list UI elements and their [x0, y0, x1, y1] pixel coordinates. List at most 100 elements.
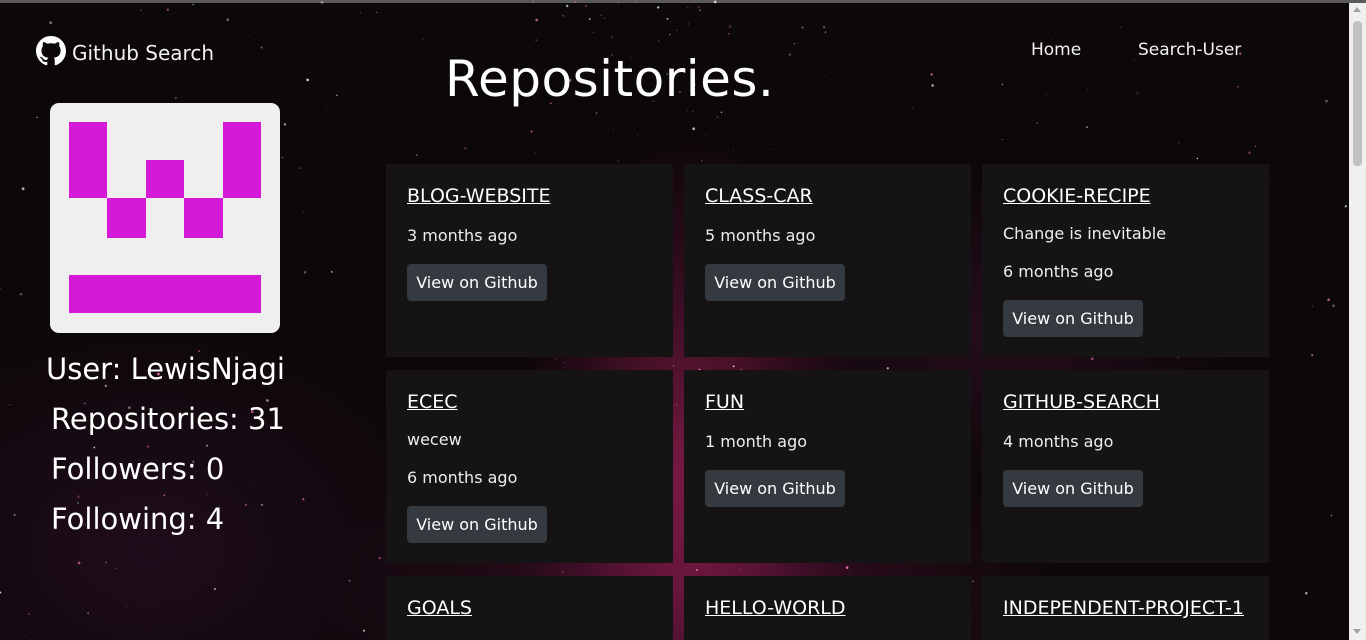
- star-dot: [0, 287, 2, 290]
- nav-link-home[interactable]: Home: [1031, 40, 1081, 60]
- view-on-github-button[interactable]: View on Github: [407, 506, 547, 543]
- star-dot: [1305, 591, 1308, 595]
- star-dot: [1136, 92, 1139, 95]
- scroll-down-arrow-icon[interactable]: [1353, 629, 1361, 634]
- view-on-github-button[interactable]: View on Github: [1003, 300, 1143, 337]
- star-dot: [823, 26, 826, 29]
- star-dot: [1311, 305, 1313, 307]
- star-dot: [1311, 354, 1314, 357]
- star-dot: [330, 271, 333, 273]
- star-dot: [348, 579, 351, 582]
- star-dot: [565, 4, 569, 8]
- repo-name-link[interactable]: FUN: [705, 391, 744, 413]
- repo-name-link[interactable]: COOKIE-RECIPE: [1003, 185, 1151, 207]
- repo-name-link[interactable]: HELLO-WORLD: [705, 597, 846, 619]
- star-dot: [1001, 83, 1003, 85]
- repo-name-link[interactable]: ECEC: [407, 391, 458, 413]
- star-dot: [611, 36, 614, 39]
- star-dot: [302, 498, 305, 501]
- star-dot: [720, 111, 723, 114]
- repo-card: BLOG-WEBSITE 3 months ago View on Github: [386, 164, 673, 357]
- view-on-github-button[interactable]: View on Github: [705, 470, 845, 507]
- identicon-image: [69, 122, 261, 313]
- star-dot: [192, 3, 195, 6]
- star-dot: [1045, 94, 1047, 96]
- star-dot: [249, 36, 251, 38]
- star-dot: [281, 156, 284, 159]
- star-dot: [732, 149, 734, 151]
- repo-name-link[interactable]: BLOG-WEBSITE: [407, 185, 550, 207]
- page-title: Repositories.: [445, 50, 775, 108]
- brand-link[interactable]: Github Search: [36, 36, 214, 70]
- repo-card: GITHUB-SEARCH 4 months ago View on Githu…: [982, 370, 1269, 563]
- repo-description: wecew: [407, 430, 462, 449]
- profile-following: Following: 4: [51, 502, 225, 536]
- repo-card: COOKIE-RECIPE Change is inevitable 6 mon…: [982, 164, 1269, 357]
- star-dot: [562, 14, 565, 17]
- star-dot: [612, 129, 614, 131]
- star-dot: [666, 17, 669, 20]
- star-dot: [637, 134, 639, 136]
- star-dot: [686, 110, 688, 111]
- star-dot: [0, 371, 2, 373]
- repo-card: HELLO-WORLD: [684, 576, 971, 640]
- star-dot: [87, 612, 89, 614]
- star-dot: [146, 445, 150, 448]
- star-dot: [1248, 151, 1251, 154]
- star-dot: [732, 365, 735, 368]
- star-dot: [738, 568, 741, 571]
- star-dot: [378, 557, 381, 559]
- star-dot: [716, 115, 719, 119]
- star-dot: [140, 9, 142, 11]
- profile-username: User: LewisNjagi: [46, 352, 285, 386]
- star-dot: [801, 26, 804, 29]
- star-dot: [1325, 99, 1328, 103]
- star-dot: [77, 561, 81, 565]
- star-dot: [1254, 145, 1256, 148]
- repo-updated: 6 months ago: [407, 468, 518, 487]
- star-dot: [375, 11, 378, 14]
- star-dot: [25, 635, 27, 637]
- star-dot: [1332, 304, 1335, 308]
- star-dot: [793, 43, 796, 45]
- star-dot: [697, 6, 700, 9]
- star-dot: [19, 292, 23, 296]
- star-dot: [105, 561, 107, 564]
- repo-name-link[interactable]: GOALS: [407, 597, 472, 619]
- star-dot: [676, 29, 678, 31]
- star-dot: [1178, 142, 1180, 144]
- star-dot: [316, 580, 318, 582]
- star-dot: [1134, 59, 1135, 61]
- repo-name-link[interactable]: GITHUB-SEARCH: [1003, 391, 1160, 413]
- repo-description: Change is inevitable: [1003, 224, 1167, 243]
- star-dot: [422, 38, 424, 40]
- star-dot: [260, 46, 263, 49]
- repo-name-link[interactable]: INDEPENDENT-PROJECT-1: [1003, 597, 1244, 619]
- star-dot: [701, 160, 703, 162]
- profile-followers: Followers: 0: [51, 452, 225, 486]
- repo-updated: 5 months ago: [705, 226, 816, 245]
- repo-name-link[interactable]: CLASS-CAR: [705, 185, 813, 207]
- repo-card: GOALS: [386, 576, 673, 640]
- star-dot: [1344, 205, 1347, 208]
- nav-link-search-user[interactable]: Search-User: [1138, 40, 1241, 60]
- repo-card: CLASS-CAR 5 months ago View on Github: [684, 164, 971, 357]
- star-dot: [705, 135, 707, 137]
- star-dot: [115, 567, 117, 570]
- star-dot: [248, 482, 250, 484]
- star-dot: [687, 23, 690, 25]
- star-dot: [675, 404, 677, 406]
- scroll-up-arrow-icon[interactable]: [1353, 7, 1361, 12]
- view-on-github-button[interactable]: View on Github: [705, 264, 845, 301]
- scrollbar-thumb[interactable]: [1353, 21, 1362, 166]
- view-on-github-button[interactable]: View on Github: [1003, 470, 1143, 507]
- star-dot: [692, 127, 696, 131]
- star-dot: [823, 75, 825, 77]
- star-dot: [326, 105, 328, 107]
- star-dot: [163, 494, 166, 497]
- star-dot: [535, 39, 538, 42]
- star-dot: [196, 622, 197, 623]
- view-on-github-button[interactable]: View on Github: [407, 264, 547, 301]
- vertical-scrollbar[interactable]: [1349, 3, 1366, 640]
- star-dot: [687, 6, 689, 9]
